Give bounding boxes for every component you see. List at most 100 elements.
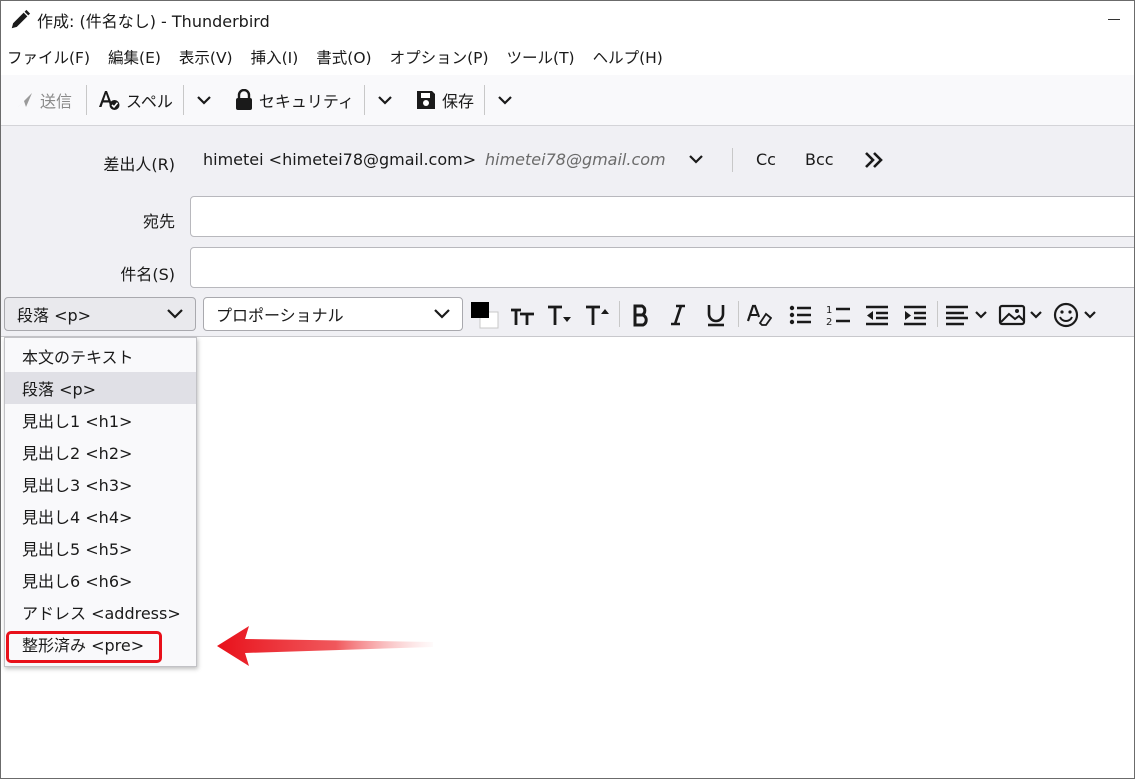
menu-file[interactable]: ファイル(F) xyxy=(7,46,90,68)
menu-bar: ファイル(F) 編集(E) 表示(V) 挿入(I) 書式(O) オプション(P)… xyxy=(1,41,1134,73)
to-label: 宛先 xyxy=(142,212,175,231)
send-icon xyxy=(18,93,32,107)
chevron-down-icon xyxy=(167,309,183,319)
font-size-decrease-icon xyxy=(511,308,534,325)
remove-formatting-button[interactable] xyxy=(743,299,775,331)
chevron-down-icon xyxy=(197,96,211,105)
italic-icon xyxy=(671,304,685,326)
pencil-icon xyxy=(11,9,31,29)
toolbar-separator xyxy=(86,85,88,115)
send-button[interactable]: 送信 xyxy=(11,82,76,118)
indent-button[interactable] xyxy=(899,299,931,331)
save-dropdown-button[interactable] xyxy=(491,82,519,118)
spell-button[interactable]: スペル xyxy=(93,82,177,118)
format-separator xyxy=(738,301,739,327)
option-heading-1[interactable]: 見出し1 <h1> xyxy=(5,404,196,436)
format-toolbar: 段落 <p> プロポーショナル 1 2 xyxy=(1,295,1134,337)
smiley-icon xyxy=(1053,302,1096,328)
format-separator xyxy=(619,301,620,327)
color-swatch-icon xyxy=(471,302,499,329)
window-title: 作成: (件名なし) - Thunderbird xyxy=(37,12,270,31)
chevron-down-icon xyxy=(378,96,392,105)
from-identity[interactable]: himetei <himetei78@gmail.com> xyxy=(203,150,476,169)
highlight-box xyxy=(6,631,162,663)
security-label: セキュリティ xyxy=(258,92,354,111)
svg-text:2: 2 xyxy=(826,317,832,327)
paragraph-format-dropdown: 本文のテキスト 段落 <p> 見出し1 <h1> 見出し2 <h2> 見出し3 … xyxy=(4,337,197,667)
indent-icon xyxy=(904,305,926,326)
underline-icon xyxy=(707,305,725,327)
menu-edit[interactable]: 編集(E) xyxy=(108,46,161,68)
compose-toolbar: 送信 スペル セキュリティ 保存 xyxy=(1,75,1134,125)
underline-button[interactable] xyxy=(700,299,732,331)
chevron-down-icon[interactable] xyxy=(687,152,705,166)
title-bar: 作成: (件名なし) - Thunderbird xyxy=(1,1,1134,39)
toolbar-separator xyxy=(483,85,485,115)
toolbar-separator xyxy=(363,85,365,115)
annotation-arrow xyxy=(217,626,433,666)
bcc-button[interactable]: Bcc xyxy=(805,150,834,169)
save-button[interactable]: 保存 xyxy=(411,82,478,118)
outdent-button[interactable] xyxy=(861,299,893,331)
menu-options[interactable]: オプション(P) xyxy=(390,46,489,68)
lock-icon xyxy=(235,89,252,110)
save-label: 保存 xyxy=(441,92,474,111)
security-dropdown-button[interactable] xyxy=(371,82,399,118)
save-icon xyxy=(416,91,435,109)
insert-emoji-button[interactable] xyxy=(1052,299,1100,331)
text-color-button[interactable] xyxy=(468,299,502,331)
header-separator xyxy=(732,148,733,172)
eraser-icon xyxy=(746,304,772,326)
option-heading-5[interactable]: 見出し5 <h5> xyxy=(5,532,196,564)
numbered-list-button[interactable]: 1 2 xyxy=(823,299,855,331)
send-label: 送信 xyxy=(40,92,73,111)
menu-format[interactable]: 書式(O) xyxy=(316,46,371,68)
menu-help[interactable]: ヘルプ(H) xyxy=(593,46,663,68)
bullet-list-icon xyxy=(789,305,811,325)
text-size-up-button[interactable] xyxy=(581,299,613,331)
chevron-down-icon xyxy=(434,309,450,319)
option-address[interactable]: アドレス <address> xyxy=(5,596,196,628)
smaller-font-button[interactable] xyxy=(506,299,538,331)
insert-image-button[interactable] xyxy=(997,299,1045,331)
font-select[interactable]: プロポーショナル xyxy=(203,297,463,331)
italic-button[interactable] xyxy=(662,299,694,331)
to-input[interactable] xyxy=(190,196,1134,237)
subject-input[interactable] xyxy=(190,247,1134,288)
bold-icon xyxy=(633,304,648,327)
text-size-down-button[interactable] xyxy=(543,299,575,331)
compose-header: 差出人(R) himetei <himetei78@gmail.com> him… xyxy=(1,125,1134,295)
spell-label: スペル xyxy=(126,92,173,111)
image-icon xyxy=(998,304,1042,326)
option-heading-2[interactable]: 見出し2 <h2> xyxy=(5,436,196,468)
security-button[interactable]: セキュリティ xyxy=(230,82,358,118)
menu-tools[interactable]: ツール(T) xyxy=(507,46,575,68)
paragraph-format-value: 段落 <p> xyxy=(17,306,92,325)
option-heading-4[interactable]: 見出し4 <h4> xyxy=(5,500,196,532)
chevron-down-icon xyxy=(498,96,512,105)
cc-button[interactable]: Cc xyxy=(756,150,776,169)
paragraph-format-select[interactable]: 段落 <p> xyxy=(4,297,196,331)
text-size-down-icon xyxy=(548,305,571,325)
spell-dropdown-button[interactable] xyxy=(190,82,218,118)
align-button[interactable] xyxy=(943,299,989,331)
option-heading-6[interactable]: 見出し6 <h6> xyxy=(5,564,196,596)
menu-insert[interactable]: 挿入(I) xyxy=(251,46,299,68)
bold-button[interactable] xyxy=(625,299,657,331)
text-size-up-icon xyxy=(586,305,609,325)
double-chevron-right-icon[interactable] xyxy=(863,151,885,169)
spellcheck-icon xyxy=(99,91,120,110)
from-email-hint: himetei78@gmail.com xyxy=(485,150,666,169)
compose-window: 作成: (件名なし) - Thunderbird ファイル(F) 編集(E) 表… xyxy=(0,0,1135,779)
bullet-list-button[interactable] xyxy=(785,299,817,331)
subject-label: 件名(S) xyxy=(120,265,175,284)
minimize-button[interactable] xyxy=(1108,19,1120,20)
option-paragraph[interactable]: 段落 <p> xyxy=(5,372,196,404)
format-separator xyxy=(937,301,938,327)
option-heading-3[interactable]: 見出し3 <h3> xyxy=(5,468,196,500)
menu-view[interactable]: 表示(V) xyxy=(179,46,233,68)
numbered-list-icon: 1 2 xyxy=(826,305,850,327)
option-body-text[interactable]: 本文のテキスト xyxy=(5,340,196,372)
toolbar-separator xyxy=(182,85,184,115)
font-value: プロポーショナル xyxy=(216,306,344,325)
